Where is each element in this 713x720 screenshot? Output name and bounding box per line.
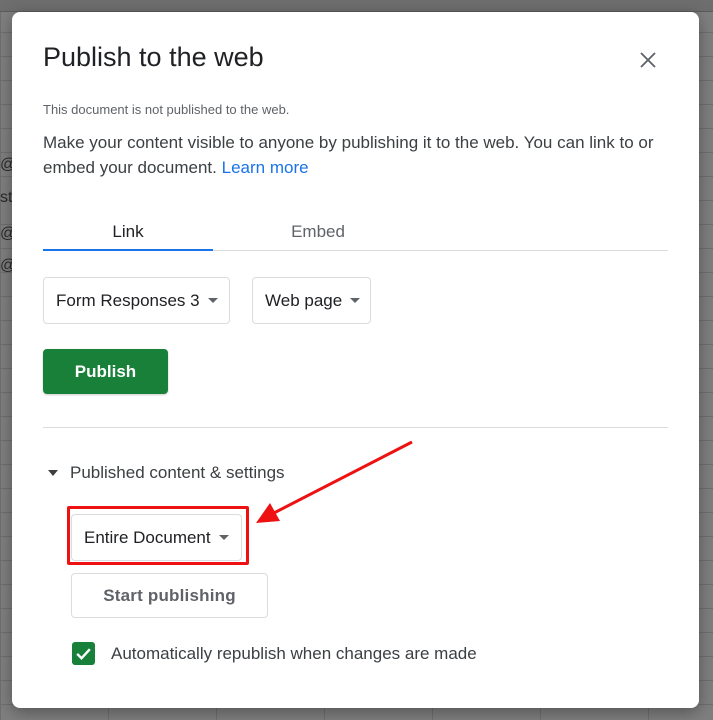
published-settings-toggle[interactable]: Published content & settings [48,463,285,483]
close-button[interactable] [634,46,662,74]
description-text: Make your content visible to anyone by p… [43,133,654,177]
caret-down-icon [350,298,361,303]
caret-down-icon [207,298,218,303]
learn-more-link[interactable]: Learn more [222,158,309,177]
triangle-down-icon [48,470,58,476]
close-icon [640,52,656,68]
tab-link[interactable]: Link [43,212,213,251]
publish-status-note: This document is not published to the we… [43,102,290,117]
sheet-select-dropdown[interactable]: Form Responses 3 [43,277,230,324]
sheet-select-value: Form Responses 3 [56,290,200,310]
spreadsheet-toolbar [0,0,713,12]
caret-down-icon [218,535,229,540]
range-select-value: Entire Document [84,527,211,547]
format-select-value: Web page [265,290,343,310]
range-select-dropdown[interactable]: Entire Document [71,514,242,561]
format-select-dropdown[interactable]: Web page [252,277,371,324]
published-settings-label: Published content & settings [70,463,285,482]
publish-dialog: Publish to the web This document is not … [12,12,699,708]
tab-embed[interactable]: Embed [233,212,403,251]
auto-republish-checkbox[interactable] [72,642,95,665]
checkmark-icon [76,648,91,660]
publish-button[interactable]: Publish [43,349,168,394]
cell-fragment: st [0,189,13,206]
section-divider [43,427,668,428]
tab-bar: Link Embed [43,212,668,251]
start-publishing-button[interactable]: Start publishing [71,573,268,618]
dialog-description: Make your content visible to anyone by p… [43,130,668,180]
auto-republish-label: Automatically republish when changes are… [111,644,477,663]
dialog-title: Publish to the web [43,42,264,72]
